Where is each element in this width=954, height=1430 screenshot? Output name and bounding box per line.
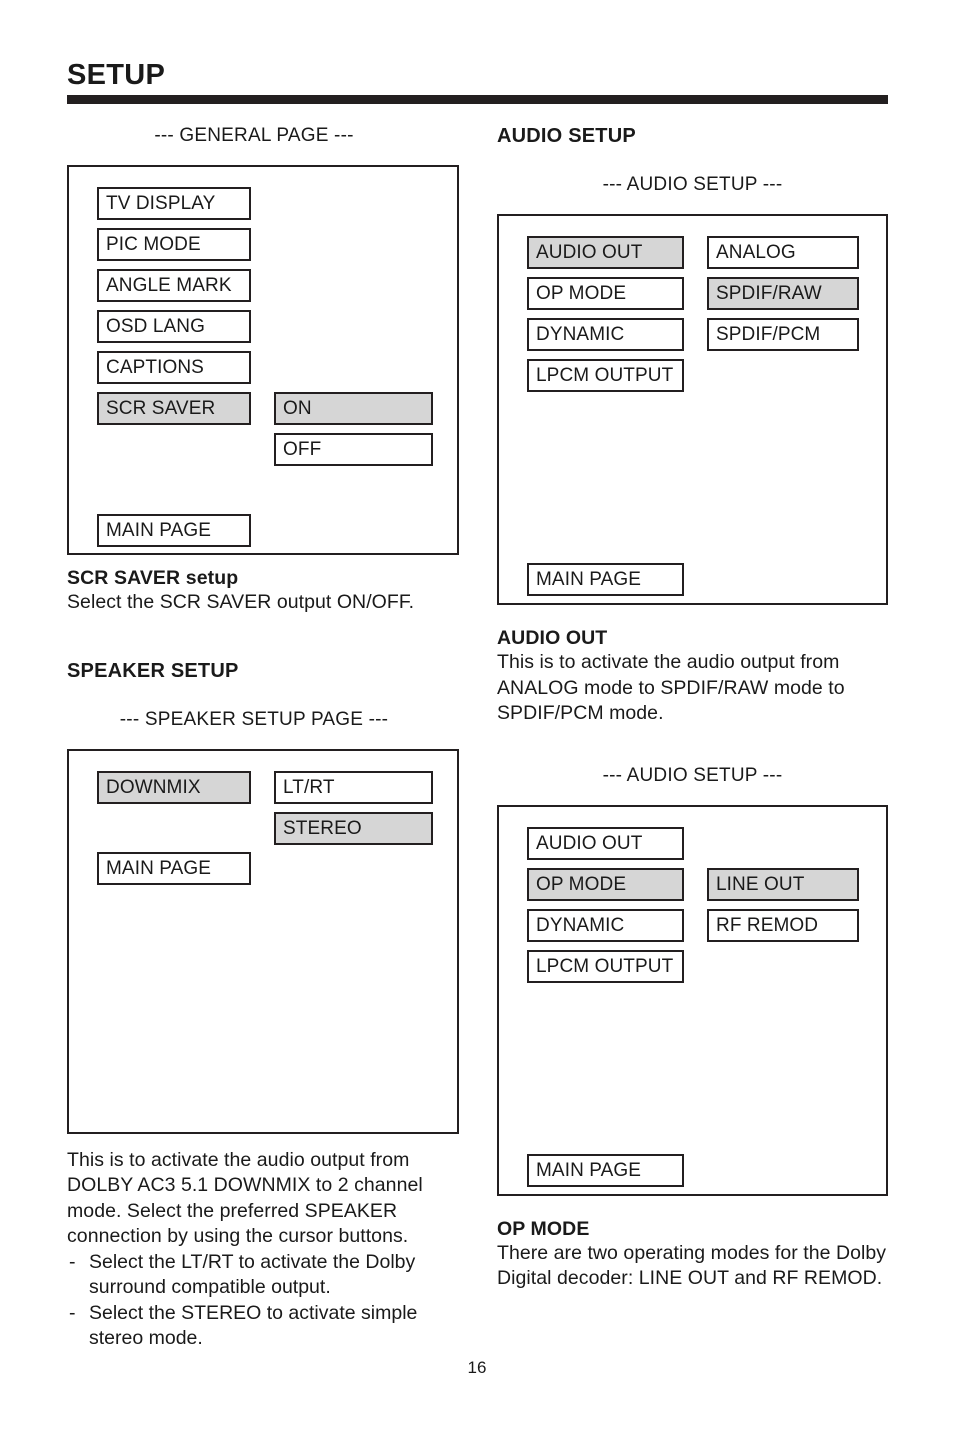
option-item-spdif-raw[interactable]: SPDIF/RAW [707, 277, 859, 310]
audio-1-option-column: ANALOG SPDIF/RAW SPDIF/PCM [707, 236, 859, 359]
menu-item-audio-out[interactable]: AUDIO OUT [527, 826, 684, 860]
option-item-spdif-pcm[interactable]: SPDIF/PCM [707, 318, 859, 351]
audio-setup-caption-2: --- AUDIO SETUP --- [602, 764, 783, 786]
audio-1-menu-column: AUDIO OUT OP MODE DYNAMIC LPCM OUTPUT MA… [527, 236, 684, 604]
osd-screen-speaker: DOWNMIX MAIN PAGE LT/RT STEREO [67, 748, 459, 1134]
menu-item-osd-lang[interactable]: OSD LANG [97, 310, 251, 343]
option-item-stereo[interactable]: STEREO [274, 811, 433, 845]
menu-item-op-mode[interactable]: OP MODE [527, 867, 684, 901]
menu-item-angle-mark[interactable]: ANGLE MARK [97, 269, 251, 302]
osd-screen-general: TV DISPLAY PIC MODE ANGLE MARK OSD LANG … [67, 165, 459, 555]
osd-screen-audio-1: AUDIO OUT OP MODE DYNAMIC LPCM OUTPUT MA… [497, 214, 888, 605]
menu-item-main-page[interactable]: MAIN PAGE [527, 563, 684, 596]
menu-item-main-page[interactable]: MAIN PAGE [97, 851, 251, 885]
speaker-option-column: LT/RT STEREO [274, 770, 433, 853]
left-column: --- GENERAL PAGE --- TV DISPLAY PIC MODE… [67, 125, 459, 1352]
scr-saver-description-heading: SCR SAVER setup [67, 567, 459, 590]
menu-item-main-page[interactable]: MAIN PAGE [527, 1153, 684, 1187]
speaker-bullet-list: Select the LT/RT to activate the Dolby s… [67, 1250, 459, 1352]
speaker-setup-heading: SPEAKER SETUP [67, 659, 239, 682]
option-item-line-out[interactable]: LINE OUT [707, 867, 859, 901]
speaker-setup-caption: --- SPEAKER SETUP PAGE --- [119, 708, 389, 730]
menu-item-op-mode[interactable]: OP MODE [527, 277, 684, 310]
menu-item-downmix[interactable]: DOWNMIX [97, 770, 251, 804]
audio-out-description-heading: AUDIO OUT [497, 627, 608, 649]
speaker-menu-column: DOWNMIX MAIN PAGE [97, 770, 251, 893]
menu-item-dynamic[interactable]: DYNAMIC [527, 318, 684, 351]
option-item-rf-remod[interactable]: RF REMOD [707, 908, 859, 942]
menu-item-pic-mode[interactable]: PIC MODE [97, 228, 251, 261]
audio-2-menu-column: AUDIO OUT OP MODE DYNAMIC LPCM OUTPUT MA… [527, 826, 684, 1195]
title-divider [67, 95, 888, 104]
op-mode-description-heading: OP MODE [497, 1217, 590, 1240]
menu-item-tv-display[interactable]: TV DISPLAY [97, 187, 251, 220]
menu-item-lpcm-output[interactable]: LPCM OUTPUT [527, 949, 684, 983]
option-item-analog[interactable]: ANALOG [707, 236, 859, 269]
general-option-column: ON OFF [274, 392, 433, 474]
scr-saver-description-text: Select the SCR SAVER output ON/OFF. [67, 591, 415, 613]
scr-saver-heading-bold: SCR SAVER [67, 567, 181, 589]
audio-out-description-text: This is to activate the audio output fro… [497, 651, 845, 724]
option-item-off[interactable]: OFF [274, 433, 433, 466]
page-title: SETUP [67, 59, 166, 91]
list-item: Select the LT/RT to activate the Dolby s… [67, 1250, 459, 1301]
menu-item-audio-out[interactable]: AUDIO OUT [527, 236, 684, 269]
list-item: Select the STEREO to activate simple ste… [67, 1301, 459, 1352]
menu-item-scr-saver[interactable]: SCR SAVER [97, 392, 251, 425]
option-item-on[interactable]: ON [274, 392, 433, 425]
page-number: 16 [467, 1358, 487, 1377]
speaker-description-paragraph: This is to activate the audio output fro… [67, 1148, 423, 1248]
osd-screen-audio-2: AUDIO OUT OP MODE DYNAMIC LPCM OUTPUT MA… [497, 804, 888, 1196]
menu-item-dynamic[interactable]: DYNAMIC [527, 908, 684, 942]
audio-setup-heading: AUDIO SETUP [497, 125, 636, 147]
audio-2-option-column: LINE OUT RF REMOD [707, 867, 859, 950]
op-mode-description-text: There are two operating modes for the Do… [497, 1241, 887, 1290]
menu-item-captions[interactable]: CAPTIONS [97, 351, 251, 384]
audio-setup-caption-1: --- AUDIO SETUP --- [602, 174, 783, 195]
right-column: AUDIO SETUP --- AUDIO SETUP --- AUDIO OU… [497, 125, 888, 1292]
menu-item-main-page[interactable]: MAIN PAGE [97, 514, 251, 547]
general-menu-column: TV DISPLAY PIC MODE ANGLE MARK OSD LANG … [97, 187, 251, 555]
general-page-caption: --- GENERAL PAGE --- [154, 125, 354, 146]
option-item-lt-rt[interactable]: LT/RT [274, 770, 433, 804]
menu-item-lpcm-output[interactable]: LPCM OUTPUT [527, 359, 684, 392]
scr-saver-heading-rest: setup [180, 567, 239, 589]
